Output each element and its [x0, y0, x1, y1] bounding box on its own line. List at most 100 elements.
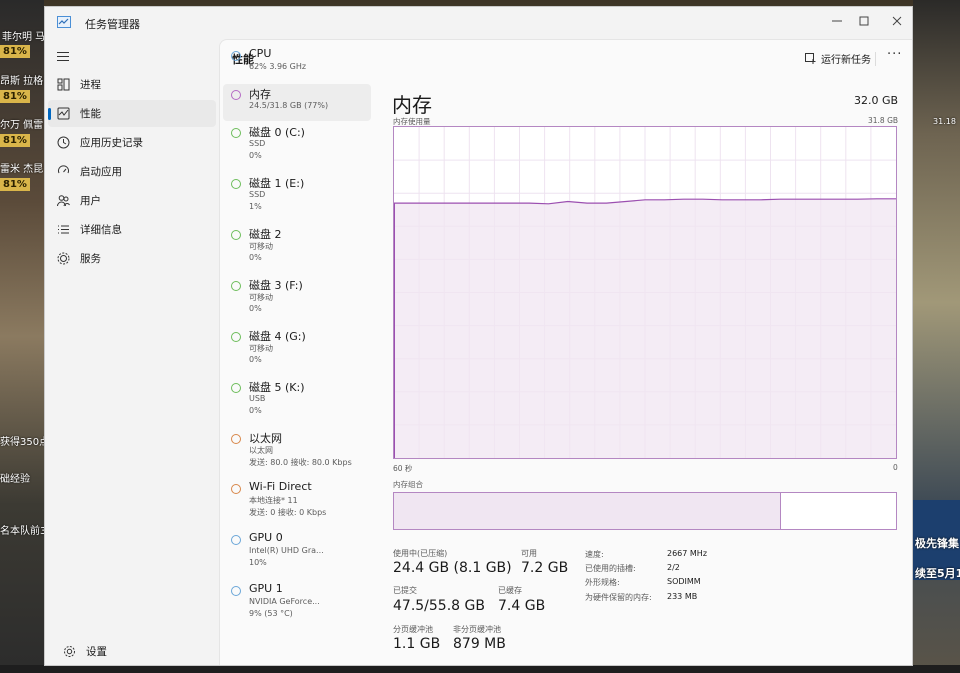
stat-label: 可用: [521, 549, 537, 558]
active-indicator: [48, 108, 51, 120]
device-detail: 0%: [249, 406, 262, 415]
device-detail: 发送: 0 接收: 0 Kbps: [249, 508, 327, 517]
device-item[interactable]: 磁盘 3 (F:) 可移动 0%: [223, 275, 371, 322]
spec-value: SODIMM: [667, 577, 701, 586]
services-icon: [57, 252, 70, 265]
device-item[interactable]: GPU 0 Intel(R) UHD Gra... 10%: [223, 529, 371, 576]
device-name: 以太网: [249, 432, 282, 445]
task-manager-window: 任务管理器 进程 性能 应用历史记录 启动应用 用户 详细信息 服务 设置 性能…: [44, 6, 913, 666]
stat-value: 879 MB: [453, 636, 506, 652]
nav-item-startup[interactable]: 启动应用: [48, 158, 216, 185]
device-item[interactable]: 内存 24.5/31.8 GB (77%): [223, 84, 371, 121]
hamburger-line: [57, 55, 69, 57]
bg-label: 极先锋集: [915, 537, 959, 550]
bg-label: 名本队前3: [0, 526, 47, 537]
minimize-icon: [832, 20, 842, 22]
spec-label: 已使用的插槽:: [585, 564, 636, 573]
bg-label: 31.18: [933, 117, 956, 126]
nav-item-processes[interactable]: 进程: [48, 71, 216, 98]
device-detail: 本地连接* 11: [249, 496, 298, 505]
device-item[interactable]: 磁盘 2 可移动 0%: [223, 224, 371, 271]
device-detail: 24.5/31.8 GB (77%): [249, 101, 329, 110]
gear-icon: [64, 646, 75, 657]
device-detail: Intel(R) UHD Gra...: [249, 546, 324, 555]
device-item[interactable]: GPU 1 NVIDIA GeForce... 9% (53 °C): [223, 580, 371, 627]
device-name: GPU 1: [249, 582, 283, 595]
bg-label: 续至5月1: [915, 567, 960, 580]
bg-label: 获得350点: [0, 437, 50, 448]
nav-item-services[interactable]: 服务: [48, 245, 216, 272]
app-history-icon: [57, 136, 70, 149]
nav-item-performance[interactable]: 性能: [48, 100, 216, 127]
usage-graph-max: 31.8 GB: [868, 116, 899, 125]
device-detail: 发送: 80.0 接收: 80.0 Kbps: [249, 458, 352, 467]
device-item[interactable]: Wi-Fi Direct 本地连接* 11 发送: 0 接收: 0 Kbps: [223, 478, 371, 525]
device-item[interactable]: 磁盘 0 (C:) SSD 0%: [223, 122, 371, 169]
stat-label: 使用中(已压缩): [393, 549, 448, 558]
bg-percent-badge: 81%: [0, 45, 30, 58]
nav-item-details[interactable]: 详细信息: [48, 216, 216, 243]
stat-label: 非分页缓冲池: [453, 625, 501, 634]
minimize-button[interactable]: [822, 11, 852, 31]
stat-value: 24.4 GB (8.1 GB): [393, 560, 512, 576]
stat-label: 已提交: [393, 586, 417, 595]
graph-axis-right: 0: [893, 463, 898, 472]
device-detail: 可移动: [249, 242, 273, 251]
nav-label: 进程: [80, 79, 101, 91]
device-item[interactable]: 磁盘 4 (G:) 可移动 0%: [223, 326, 371, 373]
window-title: 任务管理器: [85, 18, 140, 31]
device-name: 磁盘 0 (C:): [249, 126, 305, 139]
nav-label: 详细信息: [80, 224, 122, 236]
device-item[interactable]: 磁盘 1 (E:) SSD 1%: [223, 173, 371, 220]
maximize-button[interactable]: [849, 11, 879, 31]
spec-label: 为硬件保留的内存:: [585, 593, 652, 602]
device-item[interactable]: 磁盘 5 (K:) USB 0%: [223, 377, 371, 424]
nav-item-settings[interactable]: 设置: [54, 638, 204, 658]
usage-area: [394, 198, 896, 459]
close-icon: [892, 16, 902, 26]
device-detail: 可移动: [249, 293, 273, 302]
performance-panel: 性能 运行新任务 ··· CPU 62% 3.96 GHz 内存 24.5/31.8 …: [219, 39, 912, 665]
nav-label: 性能: [80, 108, 101, 120]
composition-in-use: [394, 493, 781, 529]
stat-label: 已缓存: [498, 586, 522, 595]
nav-menu-button[interactable]: [54, 47, 72, 65]
device-status-dot-icon: [231, 434, 241, 444]
performance-icon: [57, 107, 70, 120]
device-name: Wi-Fi Direct: [249, 480, 312, 493]
background-bottom-bar: [0, 665, 960, 673]
nav-label: 用户: [80, 195, 101, 207]
title-bar[interactable]: 任务管理器: [45, 7, 912, 39]
device-item[interactable]: 以太网 以太网 发送: 80.0 接收: 80.0 Kbps: [223, 428, 371, 475]
nav-item-app-history[interactable]: 应用历史记录: [48, 129, 216, 156]
nav-label: 应用历史记录: [80, 137, 143, 149]
spec-value: 233 MB: [667, 592, 698, 601]
memory-title: 内存: [392, 93, 432, 117]
hamburger-icon: [57, 51, 69, 53]
device-detail: SSD: [249, 139, 266, 148]
device-status-dot-icon: [231, 484, 241, 494]
run-new-task-button[interactable]: 运行新任务: [805, 49, 871, 67]
run-task-icon: [805, 52, 816, 64]
device-detail: 0%: [249, 355, 262, 364]
close-button[interactable]: [882, 11, 912, 31]
details-icon: [58, 225, 69, 234]
bg-label: 础经验: [0, 474, 30, 485]
stat-value: 1.1 GB: [393, 636, 441, 652]
device-status-dot-icon: [231, 179, 241, 189]
bg-label: 尔万 佩雷: [0, 120, 44, 131]
memory-total: 32.0 GB: [854, 94, 899, 107]
memory-usage-graph: [393, 126, 897, 459]
bg-label: 昂斯 拉格: [0, 76, 44, 87]
memory-usage-chart: [394, 127, 896, 459]
nav-item-users[interactable]: 用户: [48, 187, 216, 214]
device-item[interactable]: CPU 62% 3.96 GHz: [223, 45, 371, 82]
device-detail: SSD: [249, 190, 266, 199]
nav-label: 设置: [86, 646, 107, 658]
graph-axis-left: 60 秒: [393, 464, 413, 473]
more-options-button[interactable]: ···: [887, 47, 902, 62]
nav-label: 启动应用: [80, 166, 122, 178]
device-status-dot-icon: [231, 230, 241, 240]
device-status-dot-icon: [231, 51, 241, 61]
device-detail: 0%: [249, 151, 262, 160]
